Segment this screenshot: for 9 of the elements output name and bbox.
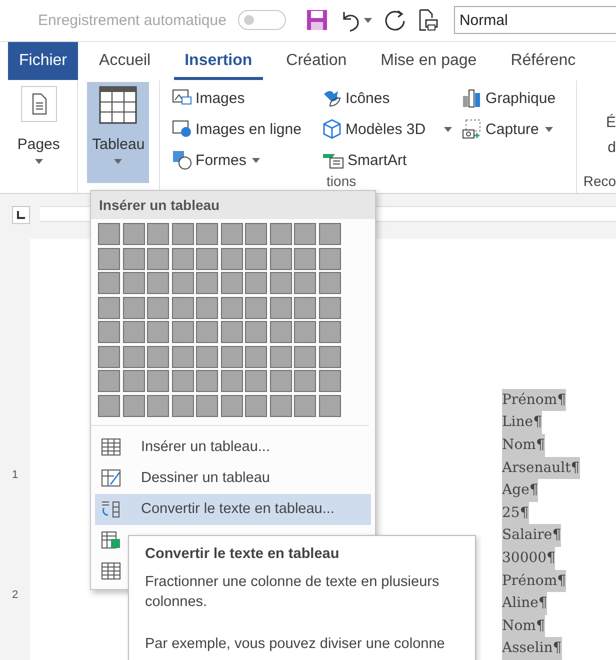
- group-label: tions: [326, 173, 358, 192]
- ruler-number: 1: [12, 468, 18, 481]
- tooltip-title: Convertir le texte en tableau: [145, 546, 340, 562]
- autosave-label: Enregistrement automatique: [38, 12, 226, 29]
- tooltip-text: Fractionner une colonne de texte en plusieurs colonnes.: [145, 573, 440, 612]
- ruler-number: 2: [12, 588, 18, 601]
- tooltip-text: Par exemple, vous pouvez diviser une colonne: [145, 635, 446, 654]
- menu-header: Insérer un tableau: [91, 191, 375, 219]
- group-label: Reco: [583, 173, 616, 190]
